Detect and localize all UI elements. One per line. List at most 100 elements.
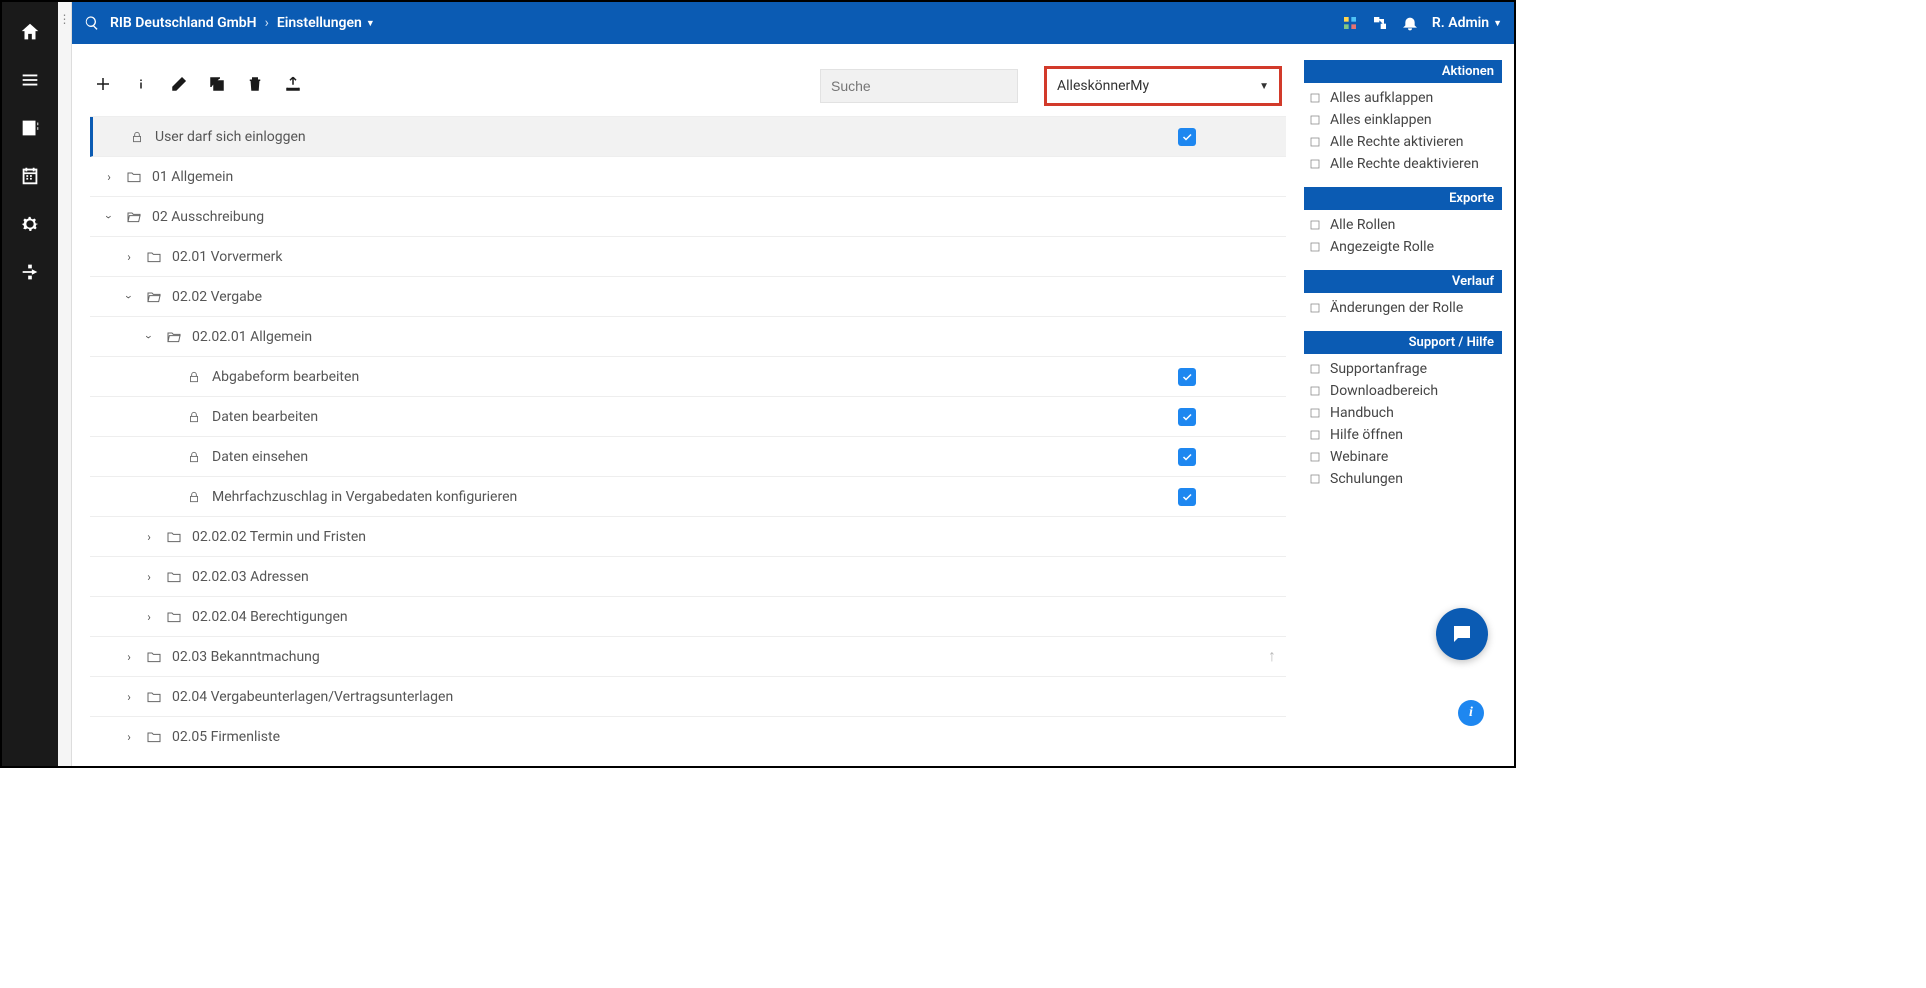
chevron-right-icon[interactable]: › (120, 650, 138, 664)
checkbox[interactable] (1178, 408, 1196, 426)
tree-row-login[interactable]: User darf sich einloggen (90, 117, 1286, 157)
nav-calendar[interactable] (10, 154, 50, 198)
tree-row[interactable]: › 02.02.03 Adressen (90, 557, 1286, 597)
lock-icon (127, 129, 147, 145)
action-icon (1308, 91, 1322, 105)
user-menu[interactable]: R. Admin▼ (1432, 15, 1502, 31)
lock-icon (184, 489, 204, 505)
toolbar: AlleskönnerMy ▼ (90, 60, 1286, 116)
breadcrumb-separator: › (265, 15, 269, 31)
action-icon (1308, 472, 1322, 486)
chat-fab[interactable] (1436, 608, 1488, 660)
copy-button[interactable] (208, 75, 226, 97)
tree-row[interactable]: › 02.05 Firmenliste (90, 717, 1286, 757)
action-icon (1308, 450, 1322, 464)
breadcrumb-org[interactable]: RIB Deutschland GmbH (110, 15, 257, 31)
chevron-down-icon[interactable]: › (122, 288, 136, 306)
nav-list[interactable] (10, 58, 50, 102)
tree-row[interactable]: › 02.02.02 Termin und Fristen (90, 517, 1286, 557)
panel-header-exporte: Exporte (1304, 187, 1502, 210)
lock-icon (184, 409, 204, 425)
checkbox[interactable] (1178, 488, 1196, 506)
checkbox[interactable] (1178, 368, 1196, 386)
folder-icon (164, 569, 184, 585)
right-panel: Aktionen Alles aufklappen Alles einklapp… (1296, 44, 1514, 766)
lock-icon (184, 369, 204, 385)
chevron-right-icon[interactable]: › (120, 690, 138, 704)
folder-icon (144, 689, 164, 705)
chevron-right-icon[interactable]: › (140, 530, 158, 544)
panel-item[interactable]: Webinare (1304, 446, 1502, 468)
scroll-up-icon[interactable]: ↑ (1268, 646, 1276, 666)
chevron-right-icon[interactable]: › (120, 250, 138, 264)
panel-item[interactable]: Schulungen (1304, 468, 1502, 490)
panel-item[interactable]: Supportanfrage (1304, 358, 1502, 380)
folder-open-icon (124, 209, 144, 225)
export-button[interactable] (284, 75, 302, 97)
panel-header-verlauf: Verlauf (1304, 270, 1502, 293)
panel-item[interactable]: Alles einklappen (1304, 109, 1502, 131)
panel-item[interactable]: Änderungen der Rolle (1304, 297, 1502, 319)
panel-item[interactable]: Downloadbereich (1304, 380, 1502, 402)
tree-row[interactable]: › 02.04 Vergabeunterlagen/Vertragsunterl… (90, 677, 1286, 717)
resize-handle[interactable]: ⋮ (58, 2, 72, 766)
action-icon (1308, 218, 1322, 232)
tree-row[interactable]: Daten einsehen (90, 437, 1286, 477)
chevron-right-icon[interactable]: › (140, 570, 158, 584)
nav-home[interactable] (10, 10, 50, 54)
tree-row[interactable]: › 02.01 Vorvermerk (90, 237, 1286, 277)
chevron-down-icon[interactable]: › (142, 328, 156, 346)
panel-item[interactable]: Angezeigte Rolle (1304, 236, 1502, 258)
panel-header-aktionen: Aktionen (1304, 60, 1502, 83)
tree-row[interactable]: › 02.02.04 Berechtigungen (90, 597, 1286, 637)
tree-row[interactable]: › 02 Ausschreibung (90, 197, 1286, 237)
left-nav (2, 2, 58, 766)
action-icon (1308, 406, 1322, 420)
chevron-right-icon[interactable]: › (120, 730, 138, 744)
info-button[interactable] (132, 75, 150, 97)
tree-row[interactable]: › 01 Allgemein (90, 157, 1286, 197)
edit-button[interactable] (170, 75, 188, 97)
add-button[interactable] (94, 75, 112, 97)
panel-item[interactable]: Hilfe öffnen (1304, 424, 1502, 446)
folder-icon (124, 169, 144, 185)
folder-icon (144, 249, 164, 265)
role-dropdown[interactable]: AlleskönnerMy ▼ (1044, 66, 1282, 106)
nav-contacts[interactable] (10, 106, 50, 150)
search-input[interactable] (820, 69, 1018, 103)
panel-item[interactable]: Alles aufklappen (1304, 87, 1502, 109)
chevron-right-icon[interactable]: › (100, 170, 118, 184)
tree-row[interactable]: › 02.03 Bekanntmachung (90, 637, 1286, 677)
permission-tree: User darf sich einloggen › 01 Allgemein … (90, 116, 1286, 766)
checkbox[interactable] (1178, 128, 1196, 146)
action-icon (1308, 362, 1322, 376)
info-fab[interactable]: i (1458, 700, 1484, 726)
nav-settings[interactable] (10, 202, 50, 246)
folder-icon (144, 649, 164, 665)
action-icon (1308, 240, 1322, 254)
org-icon[interactable] (1372, 15, 1388, 31)
action-icon (1308, 428, 1322, 442)
chevron-down-icon[interactable]: › (102, 208, 116, 226)
tree-row[interactable]: › 02.02 Vergabe (90, 277, 1286, 317)
panel-item[interactable]: Alle Rechte deaktivieren (1304, 153, 1502, 175)
checkbox[interactable] (1178, 448, 1196, 466)
bell-icon[interactable] (1402, 15, 1418, 31)
delete-button[interactable] (246, 75, 264, 97)
folder-open-icon (144, 289, 164, 305)
search-icon[interactable] (84, 15, 100, 31)
panel-item[interactable]: Handbuch (1304, 402, 1502, 424)
tree-row[interactable]: Daten bearbeiten (90, 397, 1286, 437)
tree-row[interactable]: › 02.02.01 Allgemein (90, 317, 1286, 357)
tree-row[interactable]: Mehrfachzuschlag in Vergabedaten konfigu… (90, 477, 1286, 517)
apps-icon[interactable] (1342, 15, 1358, 31)
breadcrumb-page[interactable]: Einstellungen▼ (277, 15, 375, 31)
tree-row[interactable]: Abgabeform bearbeiten (90, 357, 1286, 397)
role-dropdown-value: AlleskönnerMy (1057, 78, 1149, 94)
action-icon (1308, 135, 1322, 149)
panel-item[interactable]: Alle Rechte aktivieren (1304, 131, 1502, 153)
caret-down-icon: ▼ (1259, 81, 1269, 92)
panel-item[interactable]: Alle Rollen (1304, 214, 1502, 236)
nav-logout[interactable] (10, 250, 50, 294)
chevron-right-icon[interactable]: › (140, 610, 158, 624)
